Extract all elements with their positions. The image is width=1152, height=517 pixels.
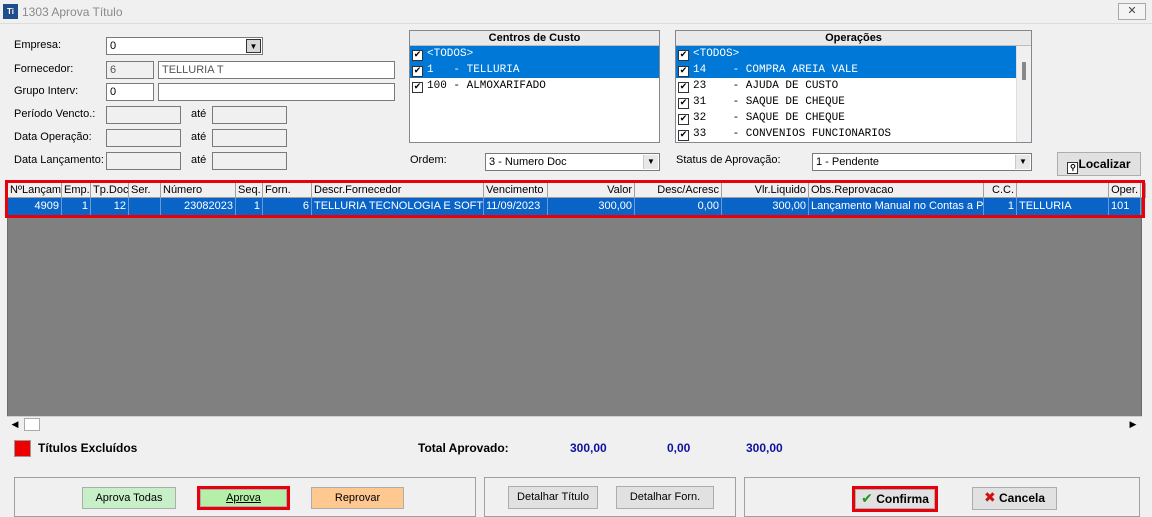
ordem-value: 3 - Numero Doc: [489, 156, 567, 168]
centros-custo-list[interactable]: Centros de Custo ✔ <TODOS> ✔ 1 - TELLURIA ✔ 1…: [409, 30, 660, 143]
grupo-name-field[interactable]: [158, 83, 395, 101]
checkbox-icon[interactable]: ✔: [678, 82, 689, 93]
window-title: 1303 Aprova Título: [22, 5, 123, 19]
aprova-todas-button[interactable]: Aprova Todas: [82, 487, 176, 509]
localizar-button[interactable]: ⚲ Localizar: [1057, 152, 1141, 176]
total-aprovado-label: Total Aprovado:: [418, 441, 509, 455]
operacao-end-field[interactable]: [212, 129, 287, 147]
excluded-swatch-icon: [14, 440, 31, 457]
checkbox-icon[interactable]: ✔: [678, 130, 689, 141]
empresa-label: Empresa:: [14, 39, 62, 51]
grupo-code-field[interactable]: 0: [106, 83, 154, 101]
check-icon: ✔: [861, 491, 873, 507]
operacoes-list-item[interactable]: ✔ <TODOS>: [676, 46, 1016, 62]
titulos-excluidos-label: Títulos Excluídos: [38, 441, 138, 455]
total-desc: 0,00: [667, 441, 691, 455]
fornecedor-code-field[interactable]: 6: [106, 61, 154, 79]
operacoes-list-item[interactable]: ✔ 33 - CONVENIOS FUNCIONARIOS: [676, 126, 1016, 142]
operacoes-item-label: 31 - SAQUE DE CHEQUE: [693, 96, 845, 108]
chevron-down-icon[interactable]: ▼: [1015, 155, 1030, 169]
operacao-label: Data Operação:: [14, 131, 92, 143]
operacao-start-field[interactable]: [106, 129, 181, 147]
checkbox-icon[interactable]: ✔: [412, 66, 423, 77]
operacoes-list-item[interactable]: ✔ 31 - SAQUE DE CHEQUE: [676, 94, 1016, 110]
operacoes-list-item[interactable]: ✔ 23 - AJUDA DE CUSTO: [676, 78, 1016, 94]
close-icon[interactable]: ✕: [1118, 3, 1146, 20]
operacoes-scrollbar[interactable]: [1016, 46, 1031, 142]
centros-list-item[interactable]: ✔ 1 - TELLURIA: [410, 62, 659, 78]
scroll-thumb[interactable]: [1022, 62, 1026, 80]
operacoes-list-item[interactable]: ✔ 14 - COMPRA AREIA VALE: [676, 62, 1016, 78]
status-label: Status de Aprovação:: [676, 154, 781, 166]
chevron-down-icon[interactable]: ▼: [246, 39, 261, 53]
operacoes-item-label: 23 - AJUDA DE CUSTO: [693, 80, 839, 92]
periodo-start-field[interactable]: [106, 106, 181, 124]
lancamento-start-field[interactable]: [106, 152, 181, 170]
periodo-end-field[interactable]: [212, 106, 287, 124]
checkbox-icon[interactable]: ✔: [678, 98, 689, 109]
operacoes-title: Operações: [676, 31, 1031, 46]
grupo-label: Grupo Interv:: [14, 85, 79, 97]
centros-item-label: <TODOS>: [427, 48, 474, 60]
status-value: 1 - Pendente: [816, 156, 879, 168]
centros-item-label: 100 - ALMOXARIFADO: [427, 80, 546, 92]
scroll-right-icon[interactable]: ▶: [1125, 417, 1141, 432]
operacoes-list[interactable]: Operações ✔ <TODOS> ✔ 14 - COMPRA AREIA VAL…: [675, 30, 1032, 143]
total-liquido: 300,00: [746, 441, 783, 455]
window-titlebar: Ti 1303 Aprova Título ✕: [0, 0, 1152, 24]
empresa-value: 0: [110, 40, 117, 52]
fornecedor-name-field[interactable]: TELLURIA T: [158, 61, 395, 79]
localizar-label: Localizar: [1078, 157, 1131, 171]
grid-horizontal-scrollbar[interactable]: ◀ ▶: [7, 416, 1142, 432]
lancamento-end-field[interactable]: [212, 152, 287, 170]
centros-item-label: 1 - TELLURIA: [427, 64, 520, 76]
search-icon: ⚲: [1067, 162, 1079, 174]
ordem-select[interactable]: 3 - Numero Doc ▼: [485, 153, 660, 171]
confirm-actions-panel: [744, 477, 1140, 517]
centros-custo-title: Centros de Custo: [410, 31, 659, 46]
periodo-ate-label: até: [191, 108, 207, 120]
lancamento-label: Data Lançamento:: [14, 154, 104, 166]
chevron-down-icon[interactable]: ▼: [643, 155, 658, 169]
checkbox-icon[interactable]: ✔: [678, 66, 689, 77]
operacoes-item-label: <TODOS>: [693, 48, 740, 60]
operacoes-item-label: 32 - SAQUE DE CHEQUE: [693, 112, 845, 124]
detalhar-titulo-button[interactable]: Detalhar Título: [508, 486, 598, 509]
status-select[interactable]: 1 - Pendente ▼: [812, 153, 1032, 171]
periodo-label: Período Vencto.:: [14, 108, 96, 120]
x-icon: ✖: [983, 490, 996, 506]
scroll-left-icon[interactable]: ◀: [7, 417, 23, 432]
reprovar-button[interactable]: Reprovar: [311, 487, 404, 509]
centros-list-item[interactable]: ✔ <TODOS>: [410, 46, 659, 62]
titles-grid[interactable]: NºLançam Emp. Tp.Doc Ser. Número Seq. Forn. Des…: [7, 182, 1146, 430]
app-icon: Ti: [3, 4, 18, 19]
total-valor: 300,00: [570, 441, 607, 455]
checkbox-icon[interactable]: ✔: [412, 50, 423, 61]
confirma-label: Confirma: [876, 492, 929, 506]
checkbox-icon[interactable]: ✔: [678, 114, 689, 125]
operacoes-list-item[interactable]: ✔ 32 - SAQUE DE CHEQUE: [676, 110, 1016, 126]
operacoes-item-label: 14 - COMPRA AREIA VALE: [693, 64, 859, 76]
empresa-select[interactable]: 0 ▼: [106, 37, 263, 55]
operacao-ate-label: até: [191, 131, 207, 143]
fornecedor-label: Fornecedor:: [14, 63, 74, 75]
detalhar-forn-button[interactable]: Detalhar Forn.: [616, 486, 714, 509]
operacoes-item-label: 33 - CONVENIOS FUNCIONARIOS: [693, 128, 892, 140]
centros-list-item[interactable]: ✔ 100 - ALMOXARIFADO: [410, 78, 659, 94]
cancela-label: Cancela: [999, 491, 1046, 505]
grid-highlight-box: [5, 180, 1145, 218]
confirma-button[interactable]: ✔ Confirma: [855, 489, 935, 509]
aprova-button[interactable]: Aprova: [200, 489, 287, 507]
cancela-button[interactable]: ✖ Cancela: [972, 487, 1057, 510]
scroll-thumb[interactable]: [24, 418, 40, 431]
ordem-label: Ordem:: [410, 154, 447, 166]
checkbox-icon[interactable]: ✔: [678, 50, 689, 61]
checkbox-icon[interactable]: ✔: [412, 82, 423, 93]
lancamento-ate-label: até: [191, 154, 207, 166]
